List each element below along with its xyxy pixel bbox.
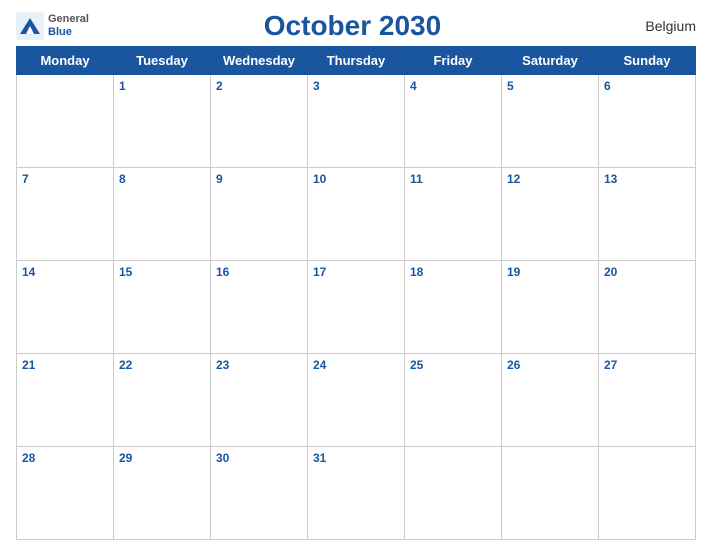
country-label: Belgium (616, 18, 696, 34)
day-number: 14 (22, 265, 108, 279)
day-number: 31 (313, 451, 399, 465)
day-cell-13: 13 (599, 168, 696, 261)
day-cell-21: 21 (17, 354, 114, 447)
day-cell-3: 3 (308, 75, 405, 168)
day-cell-6: 6 (599, 75, 696, 168)
day-number: 7 (22, 172, 108, 186)
day-cell-11: 11 (405, 168, 502, 261)
week-row-1: 123456 (17, 75, 696, 168)
day-number: 24 (313, 358, 399, 372)
day-number: 4 (410, 79, 496, 93)
day-number: 2 (216, 79, 302, 93)
day-cell-28: 28 (17, 447, 114, 540)
col-header-saturday: Saturday (502, 47, 599, 75)
day-cell-22: 22 (114, 354, 211, 447)
day-number: 8 (119, 172, 205, 186)
day-number: 29 (119, 451, 205, 465)
week-row-3: 14 15 16 17 18 19 20 (17, 261, 696, 354)
day-number: 20 (604, 265, 690, 279)
day-cell-8: 8 (114, 168, 211, 261)
logo-blue: Blue (48, 26, 89, 39)
day-cell-2: 2 (211, 75, 308, 168)
day-number: 1 (119, 79, 205, 93)
day-number: 22 (119, 358, 205, 372)
col-header-sunday: Sunday (599, 47, 696, 75)
empty-cell (405, 447, 502, 540)
day-cell-25: 25 (405, 354, 502, 447)
day-cell-30: 30 (211, 447, 308, 540)
empty-cell (17, 75, 114, 168)
day-number: 19 (507, 265, 593, 279)
day-cell-23: 23 (211, 354, 308, 447)
day-cell-29: 29 (114, 447, 211, 540)
col-header-tuesday: Tuesday (114, 47, 211, 75)
day-number: 26 (507, 358, 593, 372)
day-cell-12: 12 (502, 168, 599, 261)
day-number: 6 (604, 79, 690, 93)
day-cell-5: 5 (502, 75, 599, 168)
day-cell-10: 10 (308, 168, 405, 261)
day-cell-26: 26 (502, 354, 599, 447)
day-header-row: MondayTuesdayWednesdayThursdayFridaySatu… (17, 47, 696, 75)
logo-text: General Blue (48, 13, 89, 39)
day-number: 30 (216, 451, 302, 465)
calendar-table: MondayTuesdayWednesdayThursdayFridaySatu… (16, 46, 696, 540)
logo-general: General (48, 13, 89, 26)
day-cell-31: 31 (308, 447, 405, 540)
day-cell-7: 7 (17, 168, 114, 261)
day-number: 28 (22, 451, 108, 465)
day-number: 15 (119, 265, 205, 279)
top-bar: General Blue October 2030 Belgium (16, 10, 696, 42)
week-row-4: 21 22 23 24 25 26 27 (17, 354, 696, 447)
day-cell-18: 18 (405, 261, 502, 354)
day-cell-15: 15 (114, 261, 211, 354)
day-cell-17: 17 (308, 261, 405, 354)
day-number: 27 (604, 358, 690, 372)
day-cell-24: 24 (308, 354, 405, 447)
day-number: 11 (410, 172, 496, 186)
day-cell-20: 20 (599, 261, 696, 354)
generalblue-logo-icon (16, 12, 44, 40)
day-number: 10 (313, 172, 399, 186)
day-cell-27: 27 (599, 354, 696, 447)
day-number: 17 (313, 265, 399, 279)
empty-cell (502, 447, 599, 540)
day-cell-16: 16 (211, 261, 308, 354)
day-number: 25 (410, 358, 496, 372)
col-header-wednesday: Wednesday (211, 47, 308, 75)
empty-cell (599, 447, 696, 540)
calendar-title: October 2030 (89, 10, 616, 42)
day-number: 18 (410, 265, 496, 279)
logo: General Blue (16, 12, 89, 40)
day-cell-9: 9 (211, 168, 308, 261)
day-cell-14: 14 (17, 261, 114, 354)
week-row-5: 28 29 30 31 (17, 447, 696, 540)
day-cell-19: 19 (502, 261, 599, 354)
day-number: 5 (507, 79, 593, 93)
week-row-2: 789 10 11 12 13 (17, 168, 696, 261)
col-header-friday: Friday (405, 47, 502, 75)
day-number: 21 (22, 358, 108, 372)
day-cell-1: 1 (114, 75, 211, 168)
col-header-monday: Monday (17, 47, 114, 75)
day-number: 3 (313, 79, 399, 93)
day-number: 12 (507, 172, 593, 186)
day-number: 13 (604, 172, 690, 186)
col-header-thursday: Thursday (308, 47, 405, 75)
day-number: 9 (216, 172, 302, 186)
day-number: 23 (216, 358, 302, 372)
day-cell-4: 4 (405, 75, 502, 168)
day-number: 16 (216, 265, 302, 279)
